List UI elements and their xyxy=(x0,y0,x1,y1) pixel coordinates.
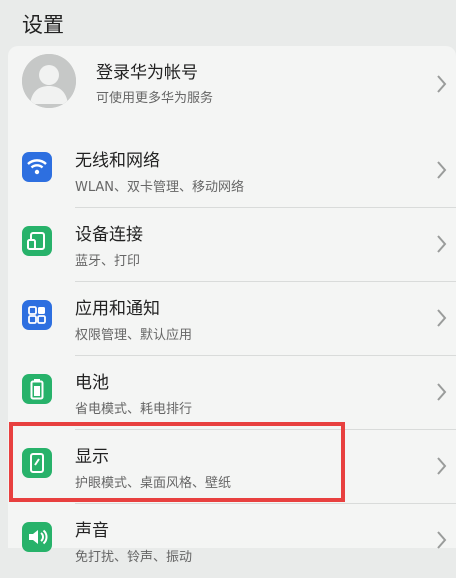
settings-item-subtitle: WLAN、双卡管理、移动网络 xyxy=(75,180,245,195)
chevron-right-icon xyxy=(436,74,448,94)
account-subtitle: 可使用更多华为服务 xyxy=(96,91,214,106)
chevron-right-icon xyxy=(436,234,448,254)
settings-item-subtitle: 省电模式、耗电排行 xyxy=(75,402,193,417)
settings-item-apps[interactable]: 应用和通知 权限管理、默认应用 xyxy=(8,282,456,356)
chevron-right-icon xyxy=(436,530,448,550)
wifi-icon xyxy=(22,152,52,182)
chevron-right-icon xyxy=(436,160,448,180)
chevron-right-icon xyxy=(436,456,448,476)
settings-item-label: 无线和网络 xyxy=(75,151,160,171)
settings-item-label: 电池 xyxy=(75,373,109,393)
settings-item-device-connection[interactable]: 设备连接 蓝牙、打印 xyxy=(8,208,456,282)
chevron-right-icon xyxy=(436,308,448,328)
header: 设置 xyxy=(0,0,456,46)
account-title: 登录华为帐号 xyxy=(96,63,198,83)
settings-item-sound[interactable]: 声音 免打扰、铃声、振动 xyxy=(8,504,456,578)
settings-item-subtitle: 权限管理、默认应用 xyxy=(75,328,193,343)
settings-item-subtitle: 蓝牙、打印 xyxy=(75,254,141,269)
avatar-icon xyxy=(22,54,76,108)
device-connect-icon xyxy=(22,226,52,256)
settings-item-battery[interactable]: 电池 省电模式、耗电排行 xyxy=(8,356,456,430)
settings-item-wireless[interactable]: 无线和网络 WLAN、双卡管理、移动网络 xyxy=(8,134,456,208)
settings-item-label: 声音 xyxy=(75,521,109,541)
battery-icon xyxy=(22,374,52,404)
settings-item-label: 应用和通知 xyxy=(75,299,160,319)
page-title: 设置 xyxy=(22,13,64,37)
account-card[interactable]: 登录华为帐号 可使用更多华为服务 xyxy=(8,46,456,140)
chevron-right-icon xyxy=(436,382,448,402)
highlight-box xyxy=(9,422,345,502)
apps-grid-icon xyxy=(22,300,52,330)
settings-item-subtitle: 免打扰、铃声、振动 xyxy=(75,550,193,565)
settings-item-label: 设备连接 xyxy=(75,225,143,245)
